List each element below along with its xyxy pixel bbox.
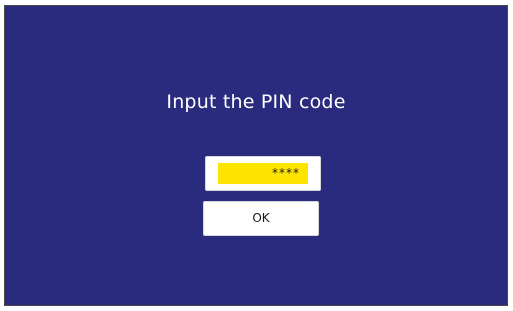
- page-title: Input the PIN code: [166, 91, 346, 113]
- ok-button[interactable]: OK: [203, 201, 319, 236]
- pin-input-field[interactable]: ****: [218, 163, 308, 184]
- pin-entry-screen: Input the PIN code **** OK: [4, 5, 508, 306]
- pin-input-box[interactable]: ****: [205, 156, 321, 191]
